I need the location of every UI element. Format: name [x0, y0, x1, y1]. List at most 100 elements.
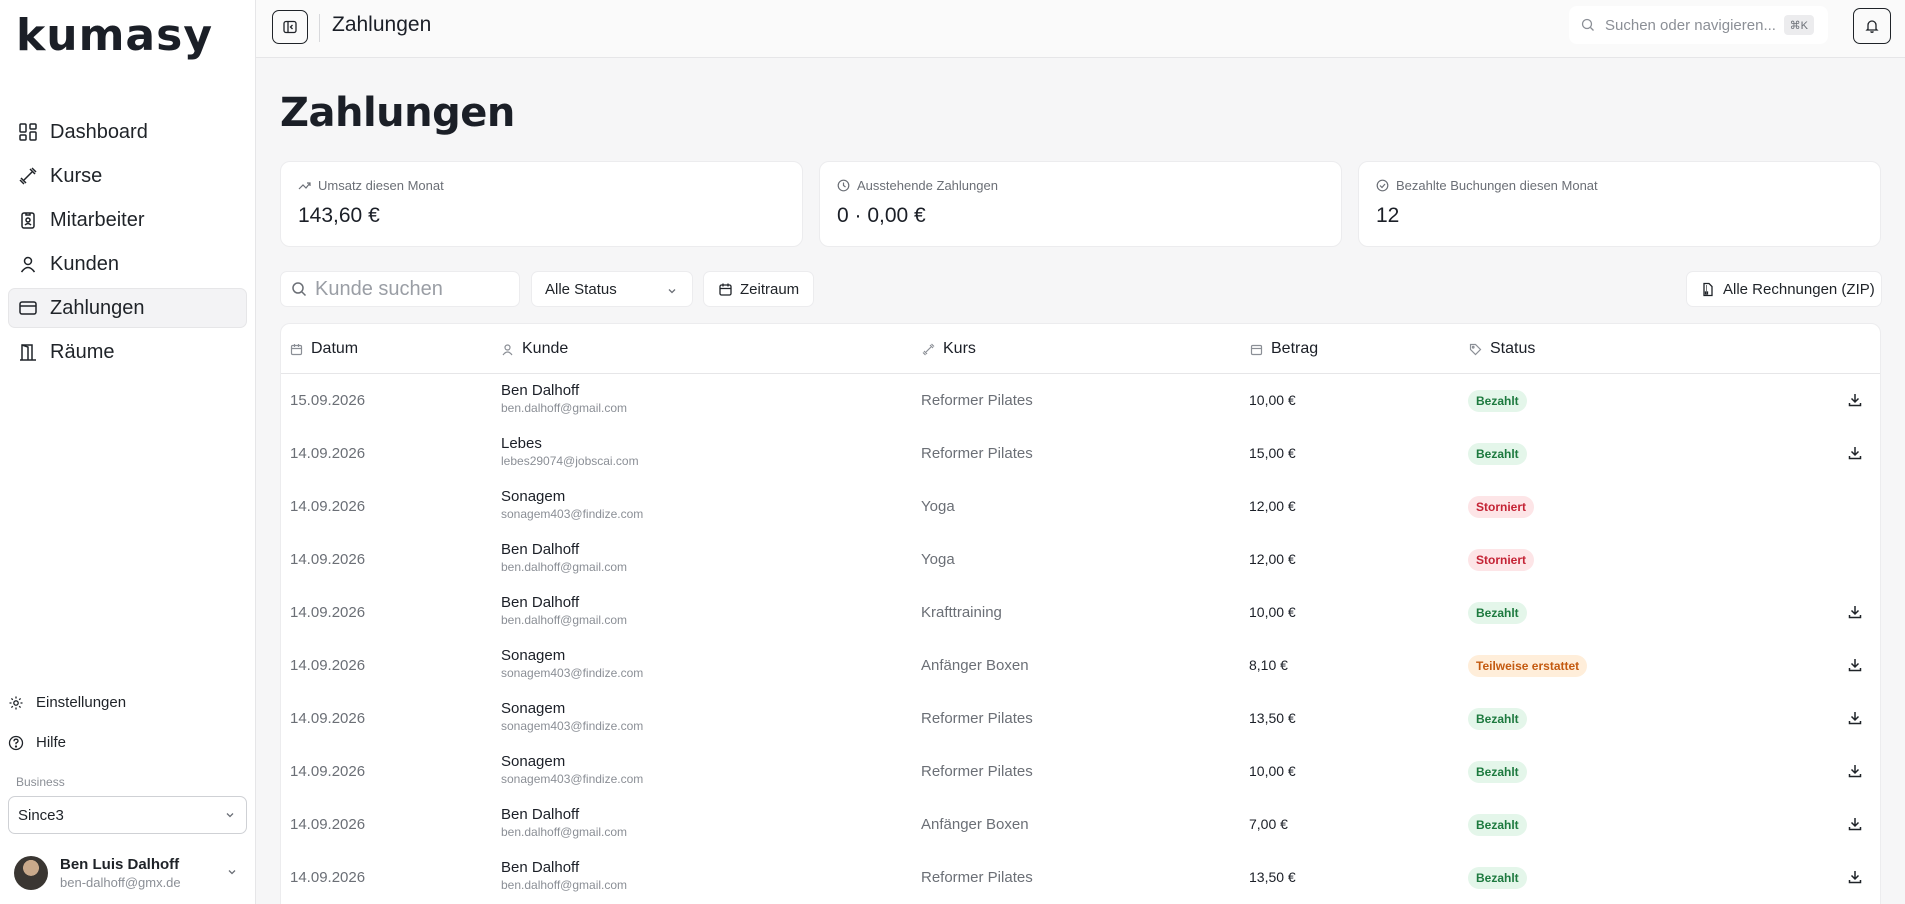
course-name: Reformer Pilates: [921, 392, 1033, 409]
course-name: Anfänger Boxen: [921, 657, 1029, 674]
column-header-course[interactable]: Kurs: [922, 340, 976, 358]
course-name: Reformer Pilates: [921, 869, 1033, 886]
status-badge: Bezahlt: [1468, 443, 1527, 465]
badge-icon: [21, 212, 35, 229]
trending-up-icon: [298, 182, 311, 190]
table-row[interactable]: 14.09.2026 Lebes lebes29074@jobscai.com Ref…: [281, 427, 1880, 480]
sidebar-item-label: Mitarbeiter: [50, 208, 145, 231]
dumbbell-icon: [922, 343, 935, 355]
table-row[interactable]: 14.09.2026 Ben Dalhoff ben.dalhoff@gmail.c…: [281, 851, 1880, 904]
download-all-invoices-button[interactable]: Alle Rechnungen (ZIP): [1686, 271, 1882, 307]
customer-name: Ben Dalhoff: [501, 859, 580, 876]
clock-icon: [837, 179, 850, 192]
stat-label-text: Bezahlte Buchungen diesen Monat: [1396, 178, 1598, 193]
user-icon: [502, 343, 513, 355]
sidebar-item-zahlungen[interactable]: Zahlungen: [8, 288, 247, 328]
status-filter-value: Alle Status: [545, 280, 617, 298]
business-value: Since3: [18, 806, 64, 824]
stat-label-text: Ausstehende Zahlungen: [857, 178, 998, 193]
help-label: Hilfe: [36, 734, 67, 751]
top-header: Zahlungen Suchen oder navigieren... ⌘K: [256, 0, 1905, 58]
stat-card-revenue: Umsatz diesen Monat 143,60 €: [280, 161, 803, 247]
sidebar-item-label: Kunden: [50, 252, 119, 275]
door-icon: [20, 344, 36, 361]
status-badge: Bezahlt: [1468, 761, 1527, 783]
user-menu[interactable]: Ben Luis Dalhoff ben-dalhoff@gmx.de: [14, 852, 244, 894]
customer-search-input[interactable]: Kunde suchen: [280, 271, 520, 307]
table-header: Datum Kunde Kurs Betrag Status: [281, 324, 1880, 374]
date-range-label: Zeitraum: [740, 280, 800, 298]
sidebar-item-dashboard[interactable]: Dashboard: [8, 112, 247, 152]
stat-card-paid-bookings: Bezahlte Buchungen diesen Monat 12: [1358, 161, 1881, 247]
stat-label: Umsatz diesen Monat: [298, 178, 444, 193]
dashboard-icon: [19, 123, 37, 141]
customer-name: Sonagem: [501, 753, 566, 770]
payment-amount: 10,00 €: [1249, 392, 1296, 408]
table-row[interactable]: 14.09.2026 Ben Dalhoff ben.dalhoff@gmail.c…: [281, 586, 1880, 639]
course-name: Yoga: [921, 551, 955, 568]
business-label: Business: [16, 775, 65, 789]
download-icon[interactable]: [1847, 763, 1863, 779]
global-search-input[interactable]: Suchen oder navigieren... ⌘K: [1569, 6, 1828, 44]
status-filter-select[interactable]: Alle Status: [531, 271, 693, 307]
table-row[interactable]: 14.09.2026 Sonagem sonagem403@findize.com R…: [281, 745, 1880, 798]
logo[interactable]: kumasy: [16, 10, 213, 61]
payment-date: 15.09.2026: [290, 392, 366, 409]
payment-amount: 10,00 €: [1249, 604, 1296, 620]
sidebar-toggle-button[interactable]: [272, 10, 308, 44]
date-range-button[interactable]: Zeitraum: [703, 271, 814, 307]
user-icon: [20, 256, 36, 273]
sidebar-item-mitarbeiter[interactable]: Mitarbeiter: [8, 200, 247, 240]
business-select[interactable]: Since3: [8, 796, 247, 834]
course-name: Reformer Pilates: [921, 445, 1033, 462]
sidebar-item-kurse[interactable]: Kurse: [8, 156, 247, 196]
table-row[interactable]: 14.09.2026 Sonagem sonagem403@findize.com Y…: [281, 480, 1880, 533]
search-icon: [292, 282, 307, 297]
download-icon[interactable]: [1847, 657, 1863, 673]
download-icon[interactable]: [1847, 392, 1863, 408]
header-divider: [319, 14, 320, 42]
chevron-down-icon: [226, 813, 234, 818]
download-icon[interactable]: [1847, 710, 1863, 726]
payment-date: 14.09.2026: [290, 604, 366, 621]
sidebar-item-raeume[interactable]: Räume: [8, 332, 247, 372]
payment-amount: 10,00 €: [1249, 763, 1296, 779]
download-icon[interactable]: [1847, 445, 1863, 461]
table-row[interactable]: 14.09.2026 Sonagem sonagem403@findize.com A…: [281, 639, 1880, 692]
stat-value: 143,60 €: [298, 204, 380, 227]
sidebar-item-label: Zahlungen: [50, 296, 145, 319]
sidebar-item-label: Räume: [50, 340, 115, 363]
course-name: Anfänger Boxen: [921, 816, 1029, 833]
download-icon[interactable]: [1847, 816, 1863, 832]
payment-amount: 12,00 €: [1249, 498, 1296, 514]
sidebar-item-label: Dashboard: [50, 120, 148, 143]
payment-amount: 7,00 €: [1249, 816, 1288, 832]
calendar-icon: [719, 283, 732, 296]
column-header-customer[interactable]: Kunde: [501, 340, 568, 358]
table-row[interactable]: 14.09.2026 Ben Dalhoff ben.dalhoff@gmail.c…: [281, 533, 1880, 586]
user-name: Ben Luis Dalhoff: [60, 856, 180, 873]
notifications-button[interactable]: [1853, 8, 1891, 44]
table-row[interactable]: 14.09.2026 Sonagem sonagem403@findize.com R…: [281, 692, 1880, 745]
help-link[interactable]: Hilfe: [8, 734, 66, 751]
course-name: Reformer Pilates: [921, 710, 1033, 727]
payment-amount: 12,00 €: [1249, 551, 1296, 567]
customer-name: Ben Dalhoff: [501, 806, 580, 823]
column-header-status[interactable]: Status: [1469, 340, 1535, 358]
column-header-date[interactable]: Datum: [290, 340, 358, 358]
download-icon[interactable]: [1847, 869, 1863, 885]
stat-label: Bezahlte Buchungen diesen Monat: [1376, 178, 1598, 193]
payment-date: 14.09.2026: [290, 869, 366, 886]
table-row[interactable]: 15.09.2026 Ben Dalhoff ben.dalhoff@gmail.c…: [281, 374, 1880, 427]
stat-value: 0 · 0,00 €: [837, 204, 926, 227]
header-title: Zahlungen: [332, 13, 432, 36]
payment-date: 14.09.2026: [290, 551, 366, 568]
table-row[interactable]: 14.09.2026 Ben Dalhoff ben.dalhoff@gmail.c…: [281, 798, 1880, 851]
download-icon[interactable]: [1847, 604, 1863, 620]
customer-name: Sonagem: [501, 488, 566, 505]
column-header-amount[interactable]: Betrag: [1250, 340, 1318, 358]
settings-link[interactable]: Einstellungen: [8, 694, 126, 711]
sidebar-item-kunden[interactable]: Kunden: [8, 244, 247, 284]
payment-amount: 8,10 €: [1249, 657, 1288, 673]
payment-date: 14.09.2026: [290, 498, 366, 515]
